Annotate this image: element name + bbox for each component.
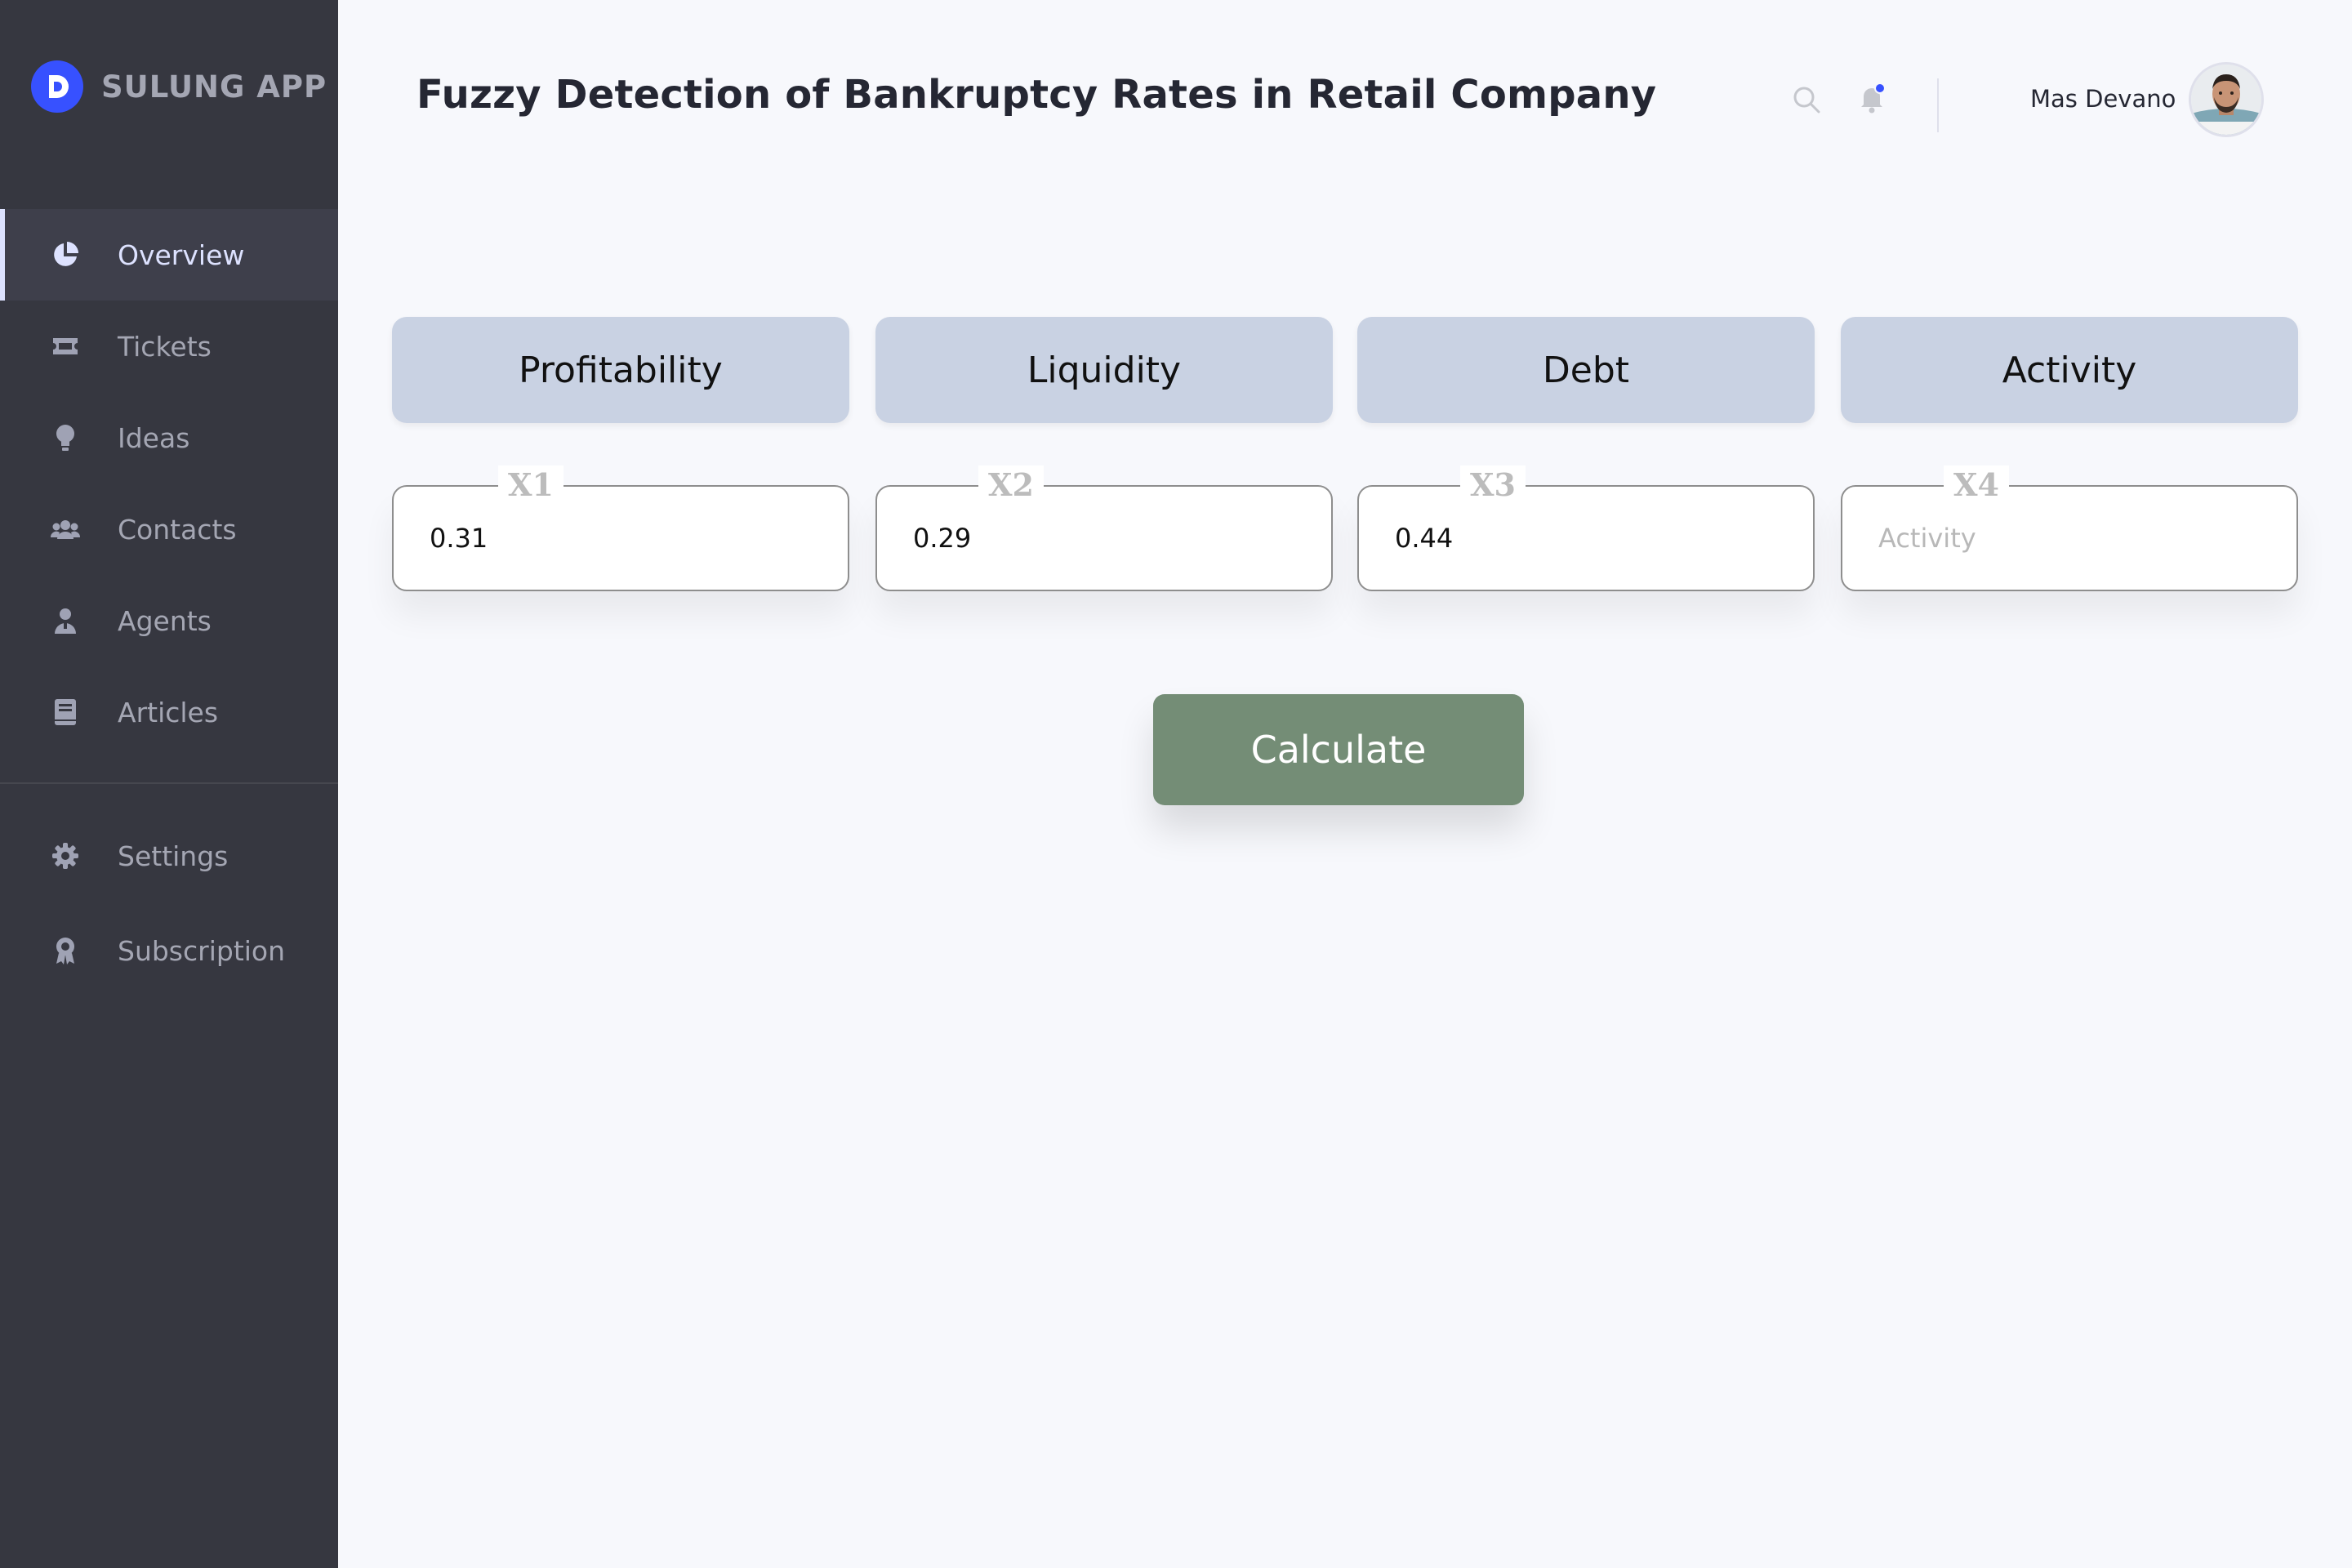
sidebar-divider <box>0 782 338 784</box>
sidebar-nav-bottom: Settings Subscription <box>0 808 338 998</box>
x3-input[interactable] <box>1395 511 1779 565</box>
x4-input[interactable] <box>1878 511 2262 565</box>
page-title: Fuzzy Detection of Bankruptcy Rates in R… <box>416 72 1657 118</box>
sidebar-nav: Overview Tickets Ideas Contacts Agents A… <box>0 209 338 758</box>
agent-icon <box>51 606 80 635</box>
contacts-icon <box>51 514 80 544</box>
x2-legend: X2 <box>978 466 1044 505</box>
criteria-label: Profitability <box>519 349 723 391</box>
calculate-button[interactable]: Calculate <box>1153 694 1524 805</box>
search-icon[interactable] <box>1790 83 1823 116</box>
book-icon <box>51 697 80 727</box>
sidebar-item-label: Tickets <box>118 330 212 363</box>
criteria-card-activity: Activity <box>1841 317 2298 423</box>
sidebar-item-ideas[interactable]: Ideas <box>0 392 338 483</box>
criteria-card-profitability: Profitability <box>392 317 849 423</box>
sidebar-item-overview[interactable]: Overview <box>0 209 338 301</box>
criteria-card-liquidity: Liquidity <box>875 317 1333 423</box>
ticket-icon <box>51 332 80 361</box>
sidebar: SULUNG APP Overview Tickets Ideas Contac… <box>0 0 338 1568</box>
bell-icon[interactable] <box>1855 82 1888 114</box>
app-name: SULUNG APP <box>101 69 327 105</box>
sidebar-item-settings[interactable]: Settings <box>0 808 338 903</box>
x1-input[interactable] <box>430 511 813 565</box>
lightbulb-icon <box>51 423 80 452</box>
avatar[interactable] <box>2189 62 2264 137</box>
user-name[interactable]: Mas Devano <box>2030 85 2176 113</box>
sidebar-item-label: Articles <box>118 696 219 728</box>
x4-field: X4 <box>1841 466 2298 591</box>
app-logo-icon <box>31 60 83 113</box>
x1-field: X1 <box>392 466 849 591</box>
award-icon <box>51 936 80 965</box>
sidebar-item-tickets[interactable]: Tickets <box>0 301 338 392</box>
x3-field: X3 <box>1357 466 1815 591</box>
x3-legend: X3 <box>1460 466 1526 505</box>
criteria-card-debt: Debt <box>1357 317 1815 423</box>
sidebar-item-contacts[interactable]: Contacts <box>0 483 338 575</box>
sidebar-item-label: Subscription <box>118 934 286 967</box>
sidebar-item-agents[interactable]: Agents <box>0 575 338 666</box>
sidebar-item-label: Settings <box>118 840 229 872</box>
gear-icon <box>51 841 80 871</box>
brand[interactable]: SULUNG APP <box>31 60 327 113</box>
sidebar-item-label: Ideas <box>118 421 190 454</box>
sidebar-item-articles[interactable]: Articles <box>0 666 338 758</box>
criteria-label: Liquidity <box>1027 349 1182 391</box>
x2-field: X2 <box>875 466 1333 591</box>
x4-legend: X4 <box>1944 466 2009 505</box>
criteria-label: Activity <box>2002 349 2137 391</box>
pie-chart-icon <box>51 240 80 270</box>
criteria-label: Debt <box>1542 349 1630 391</box>
sidebar-item-label: Overview <box>118 238 245 271</box>
x1-legend: X1 <box>498 466 564 505</box>
x2-input[interactable] <box>913 511 1297 565</box>
sidebar-item-subscription[interactable]: Subscription <box>0 903 338 998</box>
sidebar-item-label: Agents <box>118 604 212 637</box>
sidebar-item-label: Contacts <box>118 513 237 546</box>
header-divider <box>1937 78 1939 132</box>
